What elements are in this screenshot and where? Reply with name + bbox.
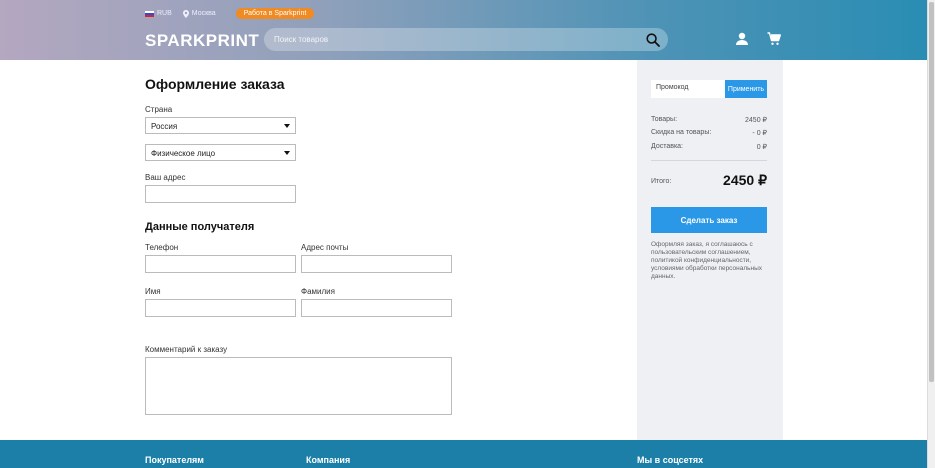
footer-social-heading[interactable]: Мы в соцсетях (637, 455, 703, 465)
user-icon[interactable] (735, 32, 749, 46)
search-icon[interactable] (646, 33, 660, 47)
currency-label: RUB (157, 10, 172, 17)
page-title: Оформление заказа (145, 76, 285, 92)
place-order-button[interactable]: Сделать заказ (651, 207, 767, 233)
location-pin-icon (182, 9, 189, 18)
phone-label: Телефон (145, 243, 179, 252)
address-label: Ваш адрес (145, 173, 186, 182)
country-select-value: Россия (151, 122, 178, 131)
first-name-input[interactable] (145, 299, 296, 317)
last-name-input[interactable] (301, 299, 452, 317)
discount-value: - 0 ₽ (752, 130, 767, 137)
email-label: Адрес почты (301, 243, 349, 252)
summary-divider (651, 160, 767, 161)
total-label: Итого: (651, 178, 672, 185)
footer-company-heading[interactable]: Компания (306, 455, 350, 465)
promo-code-input[interactable]: Промокод (651, 80, 725, 98)
chevron-down-icon (284, 151, 290, 155)
phone-input[interactable] (145, 255, 296, 273)
delivery-label: Доставка: (651, 143, 684, 150)
country-select[interactable]: Россия (145, 117, 296, 134)
top-bar: RUB Москва Работа в Sparkprint (145, 8, 315, 19)
first-name-label: Имя (145, 287, 161, 296)
site-logo[interactable]: SPARKPRINT (145, 31, 259, 51)
person-type-value: Физическое лицо (151, 149, 216, 158)
apply-promo-button[interactable]: Применить (725, 80, 767, 98)
recipient-section-title: Данные получателя (145, 221, 255, 233)
last-name-label: Фамилия (301, 287, 335, 296)
email-input[interactable] (301, 255, 452, 273)
legal-notice: Оформляя заказ, я соглашаюсь с пользоват… (651, 241, 763, 280)
site-footer (0, 440, 927, 468)
footer-customers-heading[interactable]: Покупателям (145, 455, 204, 465)
chevron-down-icon (284, 124, 290, 128)
country-label: Страна (145, 105, 173, 114)
search-input[interactable] (274, 33, 634, 46)
discount-row: Скидка на товары: - 0 ₽ (651, 129, 767, 137)
goods-label: Товары: (651, 116, 678, 123)
city-selector[interactable]: Москва (182, 9, 216, 18)
address-input[interactable] (145, 185, 296, 203)
russia-flag-icon (145, 10, 154, 17)
job-link[interactable]: Работа в Sparkprint (235, 8, 315, 19)
scrollbar-thumb[interactable] (929, 2, 934, 382)
goods-value: 2450 ₽ (745, 117, 767, 124)
delivery-row: Доставка: 0 ₽ (651, 143, 767, 151)
discount-label: Скидка на товары: (651, 129, 712, 136)
comment-label: Комментарий к заказу (145, 345, 228, 354)
goods-row: Товары: 2450 ₽ (651, 116, 767, 124)
delivery-value: 0 ₽ (756, 144, 767, 151)
comment-textarea[interactable] (145, 357, 452, 415)
currency-selector[interactable]: RUB (145, 10, 172, 17)
person-type-select[interactable]: Физическое лицо (145, 144, 296, 161)
cart-icon[interactable] (767, 32, 781, 46)
total-value: 2450 ₽ (723, 172, 767, 188)
search-bar (264, 28, 668, 51)
city-label: Москва (191, 10, 216, 17)
